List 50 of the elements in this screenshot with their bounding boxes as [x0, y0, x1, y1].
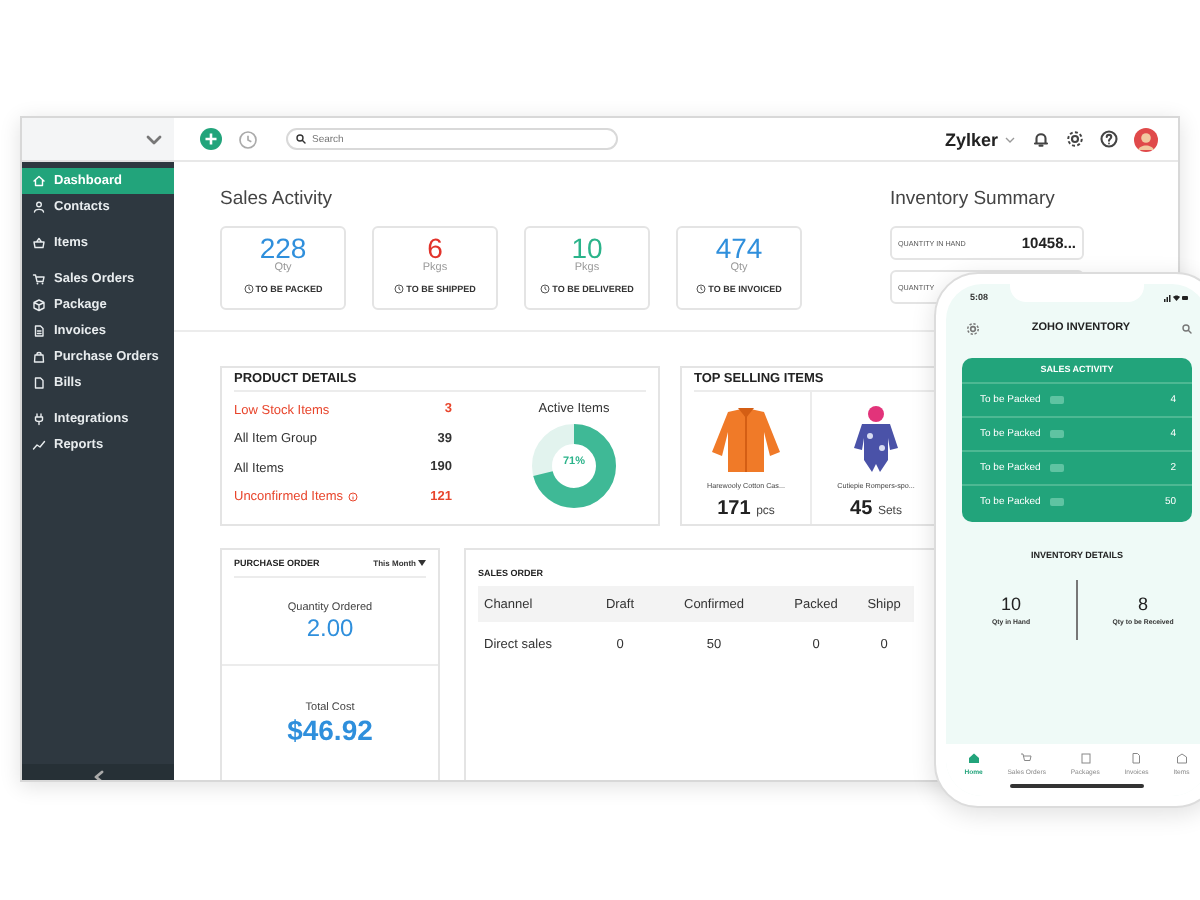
tag-icon	[1050, 464, 1065, 472]
bell-icon[interactable]	[1032, 130, 1050, 148]
box-icon	[1175, 752, 1188, 764]
section-title: Sales Activity	[220, 188, 334, 210]
metric-value: 2.00	[306, 613, 354, 641]
document-icon	[1130, 752, 1143, 764]
tag-icon	[1050, 498, 1065, 506]
tag-icon	[1050, 396, 1065, 404]
metric-value: $46.92	[287, 714, 373, 746]
document-icon	[32, 324, 46, 338]
stat-value: 228	[259, 234, 307, 264]
box-icon	[32, 298, 46, 312]
clock-icon	[394, 284, 405, 294]
stat-value: 474	[715, 234, 763, 264]
trend-icon	[32, 438, 46, 452]
settings-icon[interactable]	[966, 321, 980, 335]
avatar-icon[interactable]	[1134, 127, 1158, 151]
caret-icon	[418, 560, 426, 566]
add-icon[interactable]	[200, 128, 222, 150]
document-icon	[32, 376, 46, 390]
stat-value: 8	[1137, 594, 1148, 614]
chevron-down-icon	[1004, 135, 1016, 143]
organization-menu[interactable]: Zylker	[944, 129, 1016, 149]
clock-icon	[696, 284, 707, 294]
collapse-icon[interactable]	[93, 769, 103, 780]
settings-icon[interactable]	[1066, 130, 1084, 148]
clock-icon	[540, 284, 551, 294]
person-icon	[32, 200, 46, 214]
home-icon	[967, 752, 980, 764]
search-icon[interactable]	[1181, 323, 1192, 333]
tag-icon	[1050, 430, 1065, 438]
chevron-down-icon	[146, 133, 162, 145]
stat-value: 10	[571, 234, 603, 264]
history-icon[interactable]	[238, 129, 258, 149]
home-indicator	[1010, 784, 1144, 788]
basket-icon	[32, 236, 46, 250]
home-icon	[32, 174, 46, 188]
search-icon	[296, 134, 306, 144]
stat-value: 6	[427, 234, 443, 264]
clock-icon	[243, 284, 254, 294]
status-icons	[1164, 293, 1188, 301]
bag-icon	[32, 350, 46, 364]
cart-icon	[32, 272, 46, 286]
info-icon	[347, 492, 358, 503]
stat-value: 10	[1000, 594, 1021, 614]
plug-icon	[32, 412, 46, 426]
cart-icon	[1020, 752, 1033, 764]
help-icon[interactable]	[1100, 130, 1118, 148]
section-title: Inventory Summary	[890, 188, 1057, 210]
box-icon	[1079, 752, 1092, 764]
